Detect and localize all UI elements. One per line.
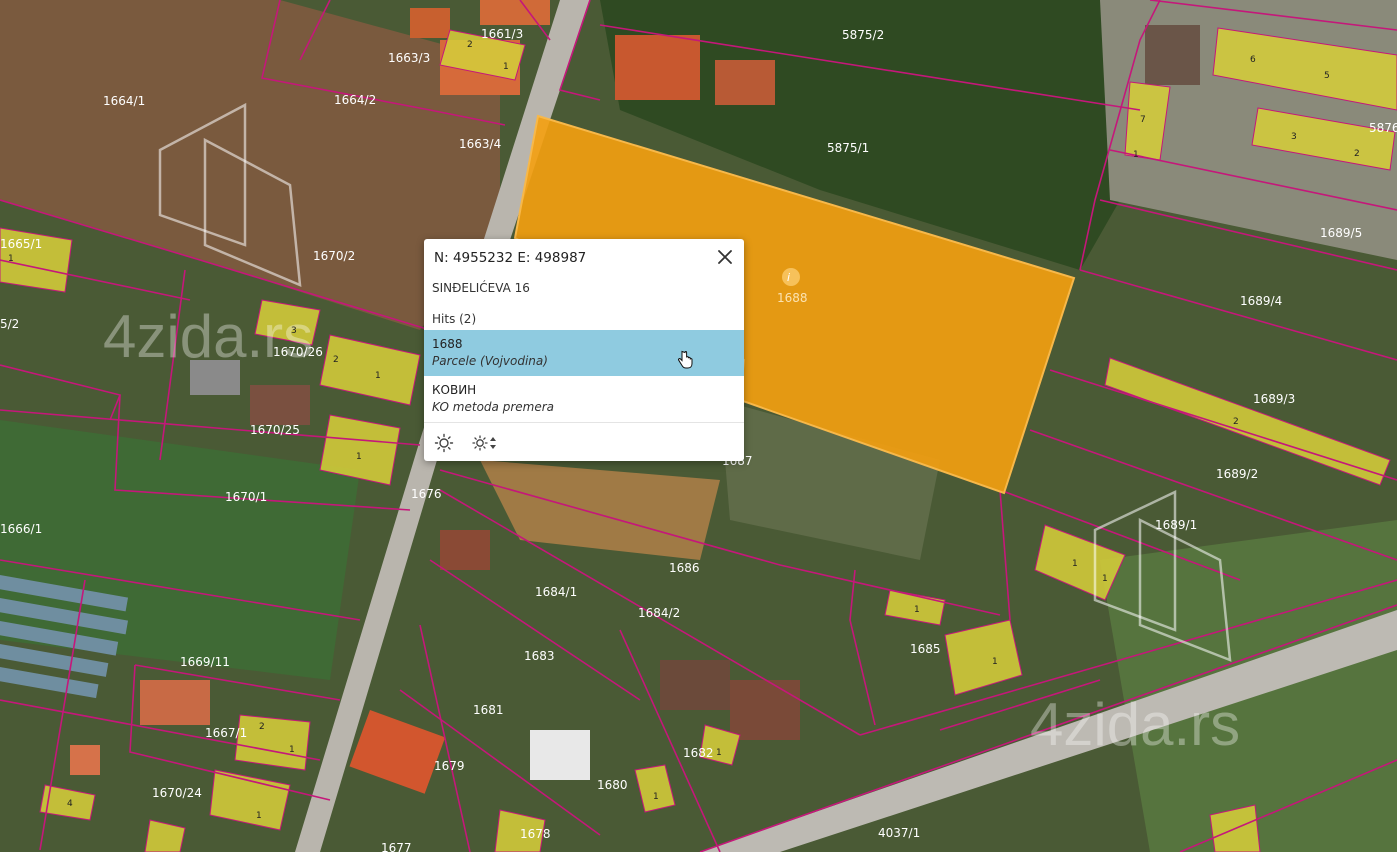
popup-toolbar — [434, 433, 513, 453]
feature-info-popup: N: 4955232 E: 498987 SINĐELIĆEVA 16 Hits… — [424, 239, 744, 461]
popup-divider — [424, 422, 744, 423]
parcel-label: 1670/25 — [250, 423, 300, 437]
building-label: 3 — [1291, 132, 1297, 142]
parcel-label: 4037/1 — [878, 826, 920, 840]
parcel-label: 1689/4 — [1240, 294, 1282, 308]
building-label: 6 — [1250, 55, 1256, 65]
building-label: 1 — [1072, 559, 1078, 569]
parcel-label: 1689/3 — [1253, 392, 1295, 406]
parcel-label: 1664/2 — [334, 93, 376, 107]
building-label: 3 — [291, 326, 297, 336]
parcel-label-selected: 1688 — [777, 291, 808, 305]
building-label: 1 — [503, 62, 509, 72]
popup-coordinates: N: 4955232 E: 498987 — [434, 250, 587, 266]
parcel-label: 1670/2 — [313, 249, 355, 263]
watermark-text-2: 4zida.rs — [1030, 691, 1240, 758]
brightness-adjust-icon[interactable] — [471, 433, 501, 453]
building-label: 1 — [992, 657, 998, 667]
watermark-text-1: 4zida.rs — [103, 303, 313, 370]
parcel-label: 1669/11 — [180, 655, 230, 669]
parcel-label: 1676 — [411, 487, 442, 501]
parcel-label: 5/2 — [0, 317, 19, 331]
parcel-label: 1661/3 — [481, 27, 523, 41]
parcel-label: 1670/26 — [273, 345, 323, 359]
building-label: 1 — [1133, 150, 1139, 160]
parcel-label: 1682 — [683, 746, 714, 760]
hit-item-parcel[interactable]: 1688 Parcele (Vojvodina) — [424, 330, 744, 376]
building-label: 2 — [1233, 417, 1239, 427]
building-label: 1 — [653, 792, 659, 802]
building-label: 1 — [289, 745, 295, 755]
parcel-label: 1689/1 — [1155, 518, 1197, 532]
hit-subtitle: KO metoda premera — [432, 400, 555, 414]
parcel-label: 1683 — [524, 649, 555, 663]
parcel-label: 1681 — [473, 703, 504, 717]
building-label: 2 — [333, 355, 339, 365]
parcel-label: 1667/1 — [205, 726, 247, 740]
parcel-label: 1664/1 — [103, 94, 145, 108]
hit-title: КОВИН — [432, 383, 477, 397]
building-label: 2 — [467, 40, 473, 50]
building-label: 1 — [716, 748, 722, 758]
hit-title: 1688 — [432, 337, 463, 351]
parcel-label: 1686 — [669, 561, 700, 575]
parcel-label: 1685 — [910, 642, 941, 656]
building-label: 1 — [914, 605, 920, 615]
parcel-label: 1663/4 — [459, 137, 501, 151]
parcel-label: 1680 — [597, 778, 628, 792]
parcel-label: 1684/2 — [638, 606, 680, 620]
building-label: 1 — [8, 254, 14, 264]
parcel-label: 1678 — [520, 827, 551, 841]
parcel-label: 1665/1 — [0, 237, 42, 251]
building-label: 2 — [259, 722, 265, 732]
parcel-label: 1677 — [381, 841, 412, 852]
building-label: 5 — [1324, 71, 1330, 81]
parcel-label: 1670/24 — [152, 786, 202, 800]
info-marker-glyph: i — [787, 271, 790, 284]
parcel-label: 1689/2 — [1216, 467, 1258, 481]
building-label: 1 — [356, 452, 362, 462]
building-label: 1 — [375, 371, 381, 381]
parcel-label: 1670/1 — [225, 490, 267, 504]
hit-item-cadastral-municipality[interactable]: КОВИН KO metoda premera — [424, 376, 744, 422]
parcel-label: 5875/2 — [842, 28, 884, 42]
building-label: 2 — [1354, 149, 1360, 159]
close-icon[interactable] — [716, 248, 734, 266]
parcel-label: 1689/5 — [1320, 226, 1362, 240]
parcel-label: 1684/1 — [535, 585, 577, 599]
parcel-label: 1663/3 — [388, 51, 430, 65]
popup-address: SINĐELIĆEVA 16 — [432, 281, 530, 295]
parcel-label: 5876 — [1369, 121, 1397, 135]
hit-subtitle: Parcele (Vojvodina) — [432, 354, 548, 368]
building-label: 1 — [1102, 574, 1108, 584]
info-marker-icon[interactable] — [782, 268, 800, 286]
parcel-label: 1679 — [434, 759, 465, 773]
hits-heading: Hits (2) — [432, 312, 477, 326]
parcel-label: 1666/1 — [0, 522, 42, 536]
brightness-icon[interactable] — [434, 433, 454, 453]
hand-cursor-icon — [678, 350, 693, 369]
building-label: 7 — [1140, 115, 1146, 125]
parcel-label: 5875/1 — [827, 141, 869, 155]
building-label: 4 — [67, 799, 73, 809]
building-label: 1 — [256, 811, 262, 821]
